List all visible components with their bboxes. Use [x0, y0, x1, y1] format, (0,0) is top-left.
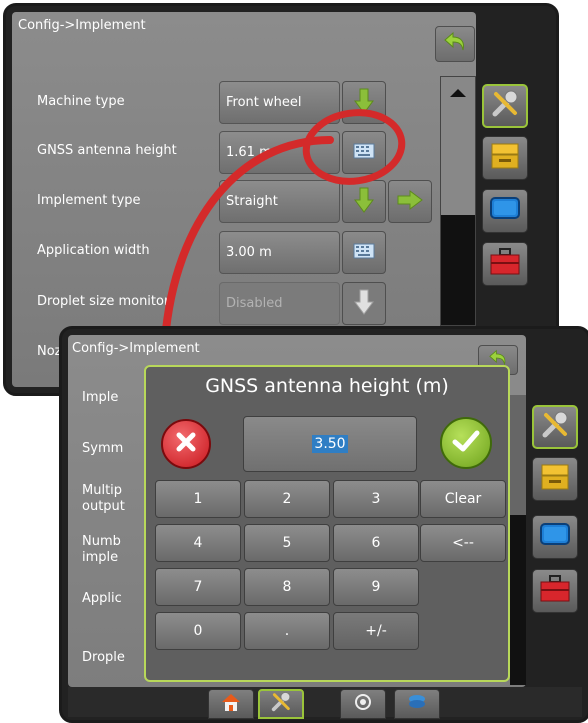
application-label-partial: Applic: [82, 591, 122, 606]
key-4[interactable]: 4: [155, 524, 241, 562]
layers-icon: [406, 692, 428, 716]
implement-label-partial: Imple: [82, 390, 119, 405]
key-3[interactable]: 3: [333, 480, 419, 518]
confirm-button[interactable]: [440, 417, 492, 469]
foreground-config-screen: Config->Implement Imple Symm Multip outp…: [59, 326, 588, 723]
home-tab-button[interactable]: [208, 689, 254, 719]
highlight-circle: [302, 109, 406, 185]
droplet-label-partial: Drople: [82, 650, 125, 665]
tools-tab-button[interactable]: [532, 405, 578, 449]
tools-bottom-tab-button[interactable]: [258, 689, 304, 719]
key-clear[interactable]: Clear: [420, 480, 506, 518]
toolbox-tab-button[interactable]: [532, 569, 578, 613]
multiple-label-partial: Multip: [82, 483, 123, 498]
display-tab-button[interactable]: [532, 515, 578, 559]
gnss-icon: [353, 692, 373, 716]
layers-tab-button[interactable]: [394, 689, 440, 719]
cancel-button[interactable]: [161, 419, 211, 469]
gnss-tab-button[interactable]: [340, 689, 386, 719]
console-tab-button[interactable]: [532, 457, 578, 501]
foreground-main-panel: Config->Implement Imple Symm Multip outp…: [68, 335, 526, 687]
console-icon: [539, 462, 571, 496]
toolbox-icon: [539, 574, 571, 608]
key-6[interactable]: 6: [333, 524, 419, 562]
key-9[interactable]: 9: [333, 568, 419, 606]
number-label-partial: Numb: [82, 534, 121, 549]
key-sign-toggle[interactable]: +/-: [333, 612, 419, 650]
key-7[interactable]: 7: [155, 568, 241, 606]
callout-arrow: [161, 136, 334, 344]
key-5[interactable]: 5: [244, 524, 330, 562]
key-2[interactable]: 2: [244, 480, 330, 518]
close-icon: [174, 430, 198, 458]
scroll-thumb[interactable]: [510, 515, 526, 685]
display-icon: [539, 522, 571, 552]
scrollbar[interactable]: [510, 395, 526, 685]
value-text: 3.50: [312, 435, 348, 453]
key-backspace[interactable]: <--: [420, 524, 506, 562]
symmetry-label-partial: Symm: [82, 441, 124, 456]
dialog-title: GNSS antenna height (m): [205, 375, 449, 397]
key-decimal[interactable]: .: [244, 612, 330, 650]
bottom-tab-bar: [68, 687, 582, 719]
value-display[interactable]: 3.50: [243, 416, 417, 472]
page-title: Config->Implement: [72, 341, 200, 356]
output-label-partial: output: [82, 499, 125, 514]
key-8[interactable]: 8: [244, 568, 330, 606]
wrench-screwdriver-icon: [540, 410, 570, 444]
implement2-label-partial: imple: [82, 550, 119, 565]
checkmark-icon: [452, 429, 480, 457]
key-0[interactable]: 0: [155, 612, 241, 650]
wrench-screwdriver-icon: [270, 691, 292, 717]
home-icon: [220, 692, 242, 716]
key-1[interactable]: 1: [155, 480, 241, 518]
numeric-keypad-dialog: GNSS antenna height (m) 3.50 1 2 3 Clear…: [144, 365, 510, 682]
